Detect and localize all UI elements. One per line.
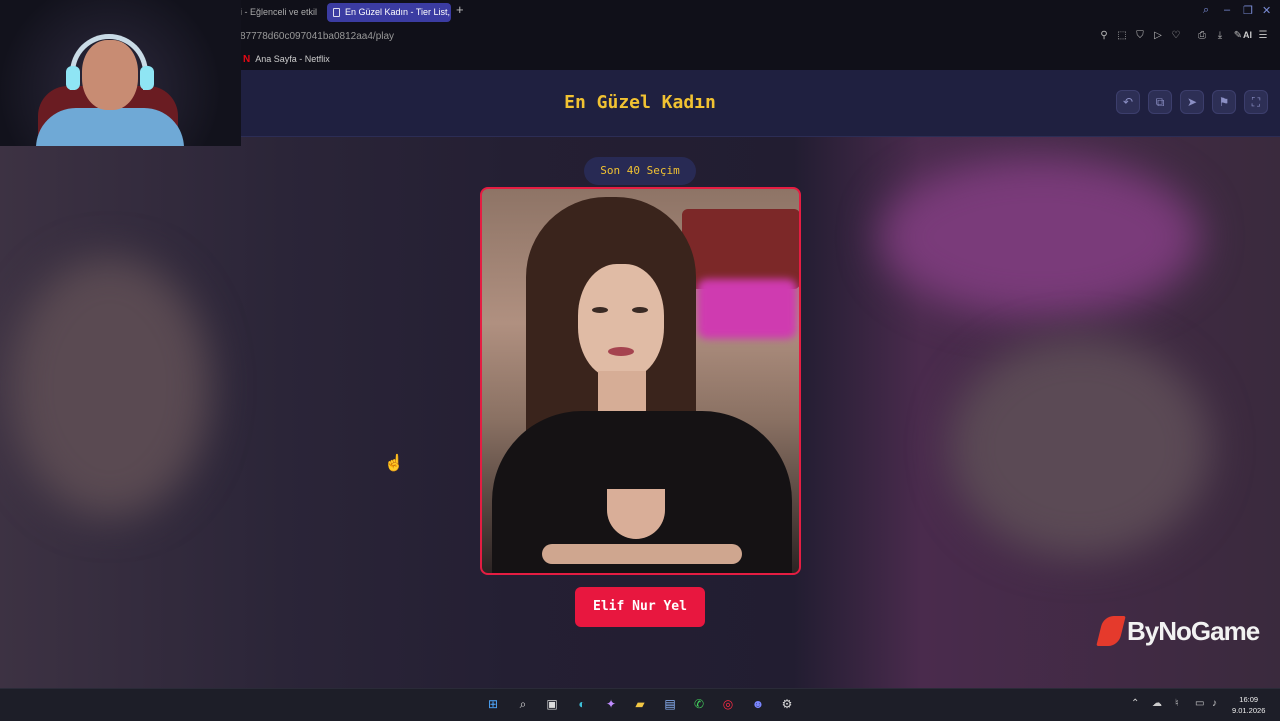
send-icon: ➤ xyxy=(1186,95,1198,109)
fullscreen-icon: ⛶ xyxy=(1251,95,1261,109)
document-icon xyxy=(333,8,340,17)
photo-eye-right xyxy=(632,307,648,313)
contestant-photo[interactable] xyxy=(480,187,801,575)
whatsapp-icon[interactable]: ✆ xyxy=(691,696,707,712)
bookmark-netflix[interactable]: N Ana Sayfa - Netflix xyxy=(243,52,330,67)
search-icon[interactable]: ⌕ xyxy=(515,696,531,712)
minimize-icon[interactable]: – xyxy=(1224,4,1230,16)
microphone-icon[interactable]: ♮ xyxy=(1175,698,1179,709)
share-icon: ⧉ xyxy=(1155,95,1165,109)
restore-icon[interactable]: ❐ xyxy=(1243,4,1253,17)
round-badge: Son 40 Seçim xyxy=(584,157,696,185)
undo-icon: ↶ xyxy=(1122,95,1134,109)
download-icon[interactable]: ⤓ xyxy=(1214,30,1226,42)
background-blur-pink xyxy=(880,157,1200,317)
task-view-icon[interactable]: ▣ xyxy=(544,696,560,712)
photo-lips xyxy=(608,347,634,356)
edge-icon[interactable]: ◐ xyxy=(574,696,590,712)
hand-cursor-icon: ☝ xyxy=(384,455,404,472)
report-button[interactable]: ⚑ xyxy=(1212,90,1236,114)
search-tabs-icon[interactable]: ⌕ xyxy=(1203,4,1209,17)
opera-gx-icon[interactable]: ◎ xyxy=(720,696,736,712)
close-icon[interactable]: ✕ xyxy=(1262,4,1271,17)
ai-label[interactable]: AI xyxy=(1243,30,1252,40)
onedrive-icon[interactable]: ☁ xyxy=(1152,698,1162,709)
game-stage: Son 40 Seçim Elif Nur Yel ☝ ByNoGame xyxy=(0,137,1280,688)
volume-icon[interactable]: ♪ xyxy=(1212,698,1217,709)
photo-hands xyxy=(542,544,742,564)
tray-expand-icon[interactable]: ⌃ xyxy=(1131,698,1139,709)
share-button[interactable]: ⧉ xyxy=(1148,90,1172,114)
clock-date: 9.01.2026 xyxy=(1232,706,1266,715)
shield-icon[interactable]: ⛉ xyxy=(1134,30,1146,42)
taskbar: ⊞ ⌕ ▣ ◐ ✦ ▰ ▤ ✆ ◎ ☻ ⚙ ⌃ ☁ ♮ ▭ ♪ 16:09 9.… xyxy=(0,688,1280,721)
headset-ear-left xyxy=(66,66,80,90)
tab-active[interactable]: En Güzel Kadın - Tier List, xyxy=(327,3,451,22)
heart-icon[interactable]: ♡ xyxy=(1170,30,1182,42)
photo-bg-pink xyxy=(697,279,797,339)
watermark-text: ByNoGame xyxy=(1127,615,1260,646)
netflix-icon: N xyxy=(243,54,251,65)
headset-icon xyxy=(70,34,148,90)
contestant-name-button[interactable]: Elif Nur Yel xyxy=(575,587,705,627)
background-blur-right xyxy=(950,337,1210,557)
network-icon[interactable]: ▭ xyxy=(1195,698,1204,709)
screenshot-icon[interactable]: ⬚ xyxy=(1116,30,1128,42)
headset-ear-right xyxy=(140,66,154,90)
photo-bg-red xyxy=(682,209,799,289)
webcam-overlay xyxy=(0,0,241,146)
clock-time: 16:09 xyxy=(1239,695,1259,704)
windows-start-icon[interactable]: ⊞ xyxy=(485,696,501,712)
steam-icon[interactable]: ⚙ xyxy=(779,696,795,712)
menu-icon[interactable]: ☰ xyxy=(1257,30,1269,42)
streamer-shirt xyxy=(36,108,184,146)
undo-button[interactable]: ↶ xyxy=(1116,90,1140,114)
background-blur xyxy=(10,257,210,517)
photo-eye-left xyxy=(592,307,608,313)
store-icon[interactable]: ▤ xyxy=(662,696,678,712)
send-button[interactable]: ➤ xyxy=(1180,90,1204,114)
bynogame-logo-icon xyxy=(1096,616,1126,646)
copilot-icon[interactable]: ✦ xyxy=(603,696,619,712)
discord-icon[interactable]: ☻ xyxy=(750,696,766,712)
tab-bar: i - Eğlenceli ve etkil En Güzel Kadın - … xyxy=(240,0,1280,24)
new-tab-button[interactable]: + xyxy=(456,2,464,17)
fullscreen-button[interactable]: ⛶ xyxy=(1244,90,1268,114)
play-icon[interactable]: ▷ xyxy=(1152,30,1164,42)
bookmark-icon[interactable]: ⚲ xyxy=(1098,30,1110,42)
bookmark-label: Ana Sayfa - Netflix xyxy=(255,54,330,64)
flag-icon: ⚑ xyxy=(1218,95,1230,109)
tab-active-label: En Güzel Kadın - Tier List, xyxy=(345,7,451,17)
photo-face xyxy=(578,264,664,379)
watermark: ByNoGame xyxy=(1096,611,1260,651)
system-clock[interactable]: 16:09 9.01.2026 xyxy=(1232,694,1265,716)
print-icon[interactable]: ⎙ xyxy=(1196,30,1208,42)
file-explorer-icon[interactable]: ▰ xyxy=(632,696,648,712)
tab-inactive[interactable]: i - Eğlenceli ve etkil xyxy=(240,3,322,22)
address-bar[interactable]: 87778d60c097041ba0812aa4/play xyxy=(240,29,394,45)
